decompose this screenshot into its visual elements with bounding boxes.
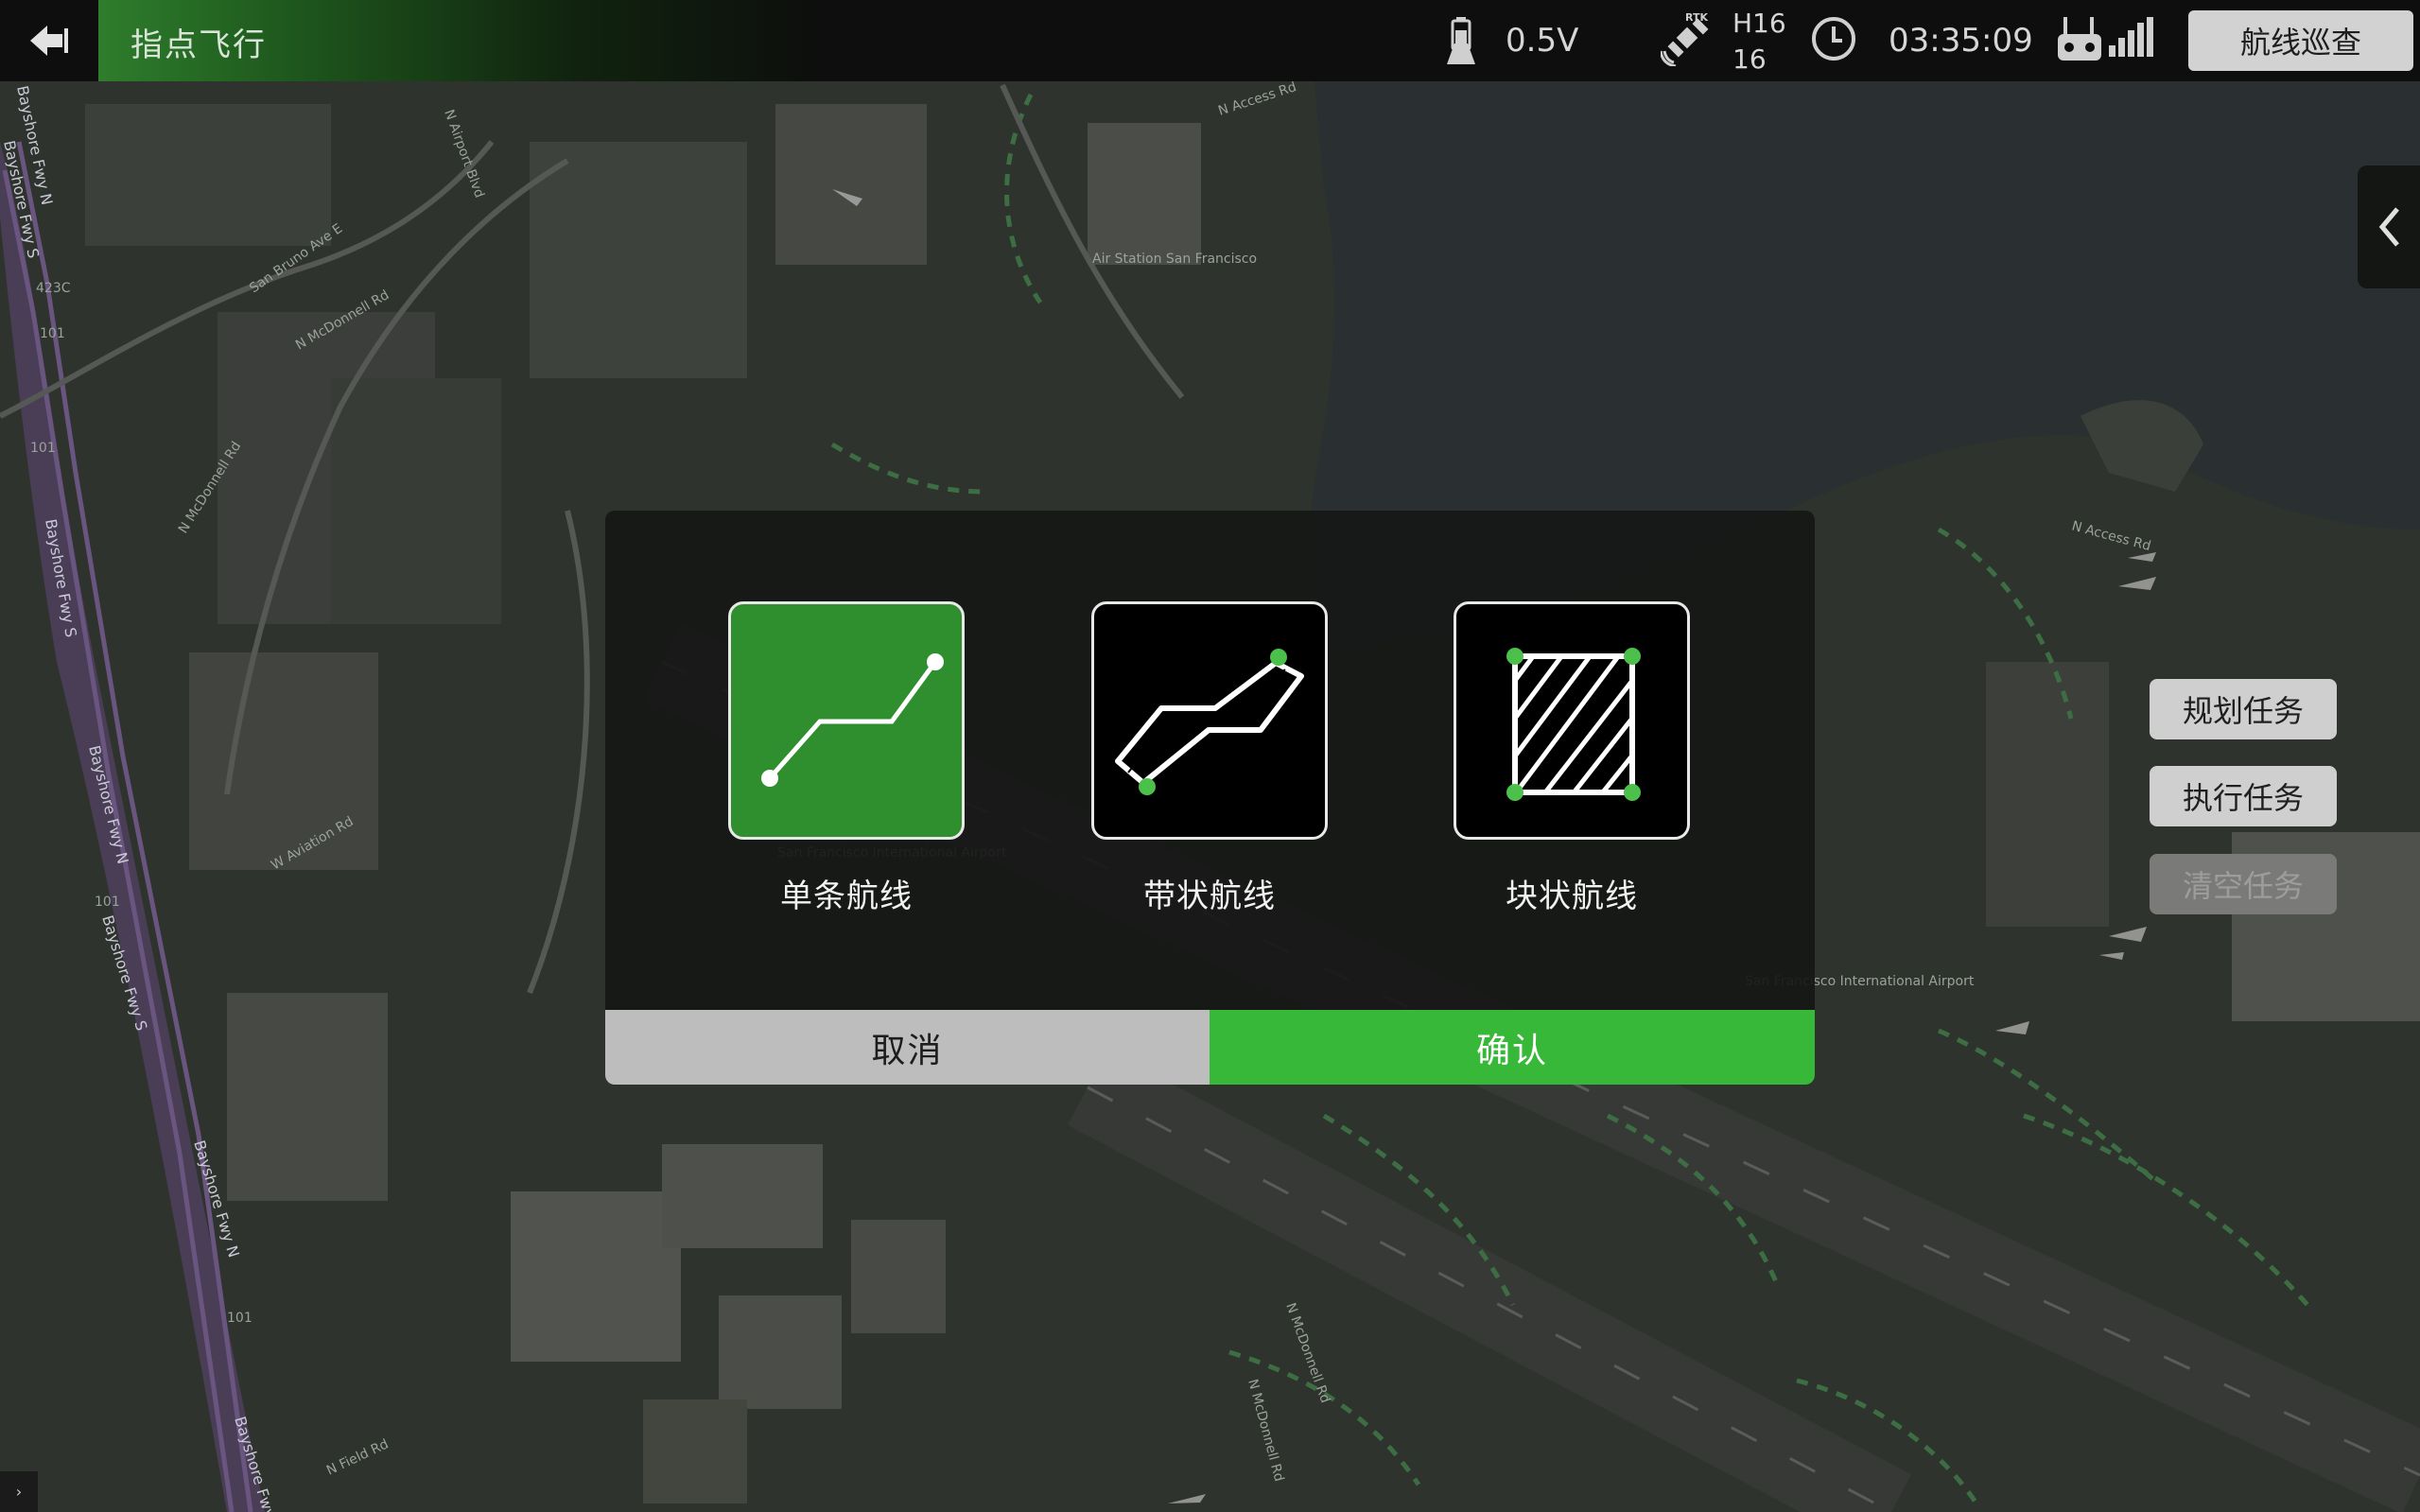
controller-battery-icon — [1447, 17, 1475, 64]
block-route-option[interactable] — [1454, 601, 1690, 840]
strip-route-icon — [1115, 649, 1304, 795]
chevron-right-icon: › — [15, 1483, 23, 1501]
clear-task-button[interactable]: 清空任务 — [2150, 854, 2337, 914]
page-title: 指点飞行 — [131, 26, 267, 64]
back-arrow-icon — [30, 26, 68, 56]
clock-icon — [1812, 17, 1855, 61]
route-inspect-button[interactable]: 航线巡查 — [2188, 10, 2413, 71]
single-route-label: 单条航线 — [780, 878, 913, 915]
map-label: 423C — [36, 281, 71, 296]
rtk-satellite-type: H16 — [1732, 8, 1786, 39]
remote-controller-icon — [2058, 17, 2101, 61]
execute-task-button[interactable]: 执行任务 — [2150, 766, 2337, 826]
signal-strength-icon — [2109, 17, 2153, 57]
block-route-label: 块状航线 — [1506, 878, 1638, 915]
map-label: 101 — [95, 895, 120, 910]
single-route-icon — [761, 653, 944, 787]
title-block: 指点飞行 — [98, 0, 817, 81]
block-route-icon — [1506, 648, 1641, 801]
expand-panel-button[interactable]: › — [0, 1471, 38, 1512]
strip-route-label: 带状航线 — [1143, 878, 1276, 915]
map-label: 101 — [30, 441, 56, 456]
plan-task-button[interactable]: 规划任务 — [2150, 679, 2337, 739]
flight-time: 03:35:09 — [1889, 22, 2033, 60]
strip-route-option[interactable] — [1091, 601, 1328, 840]
confirm-button[interactable]: 确认 — [1210, 1010, 1815, 1085]
top-status-bar: 指点飞行 0.5V RTK H16 16 03:35:09 航线巡查 — [0, 0, 2420, 81]
chevron-left-icon — [2378, 207, 2399, 247]
voltage-value: 0.5V — [1506, 22, 1579, 60]
rtk-satellite-icon: RTK — [1661, 11, 1709, 66]
route-type-dialog: 单条航线 带状航线 块状航线 取消 确认 — [605, 511, 1815, 1085]
map-label: Air Station San Francisco — [1092, 252, 1257, 267]
map-label: 101 — [40, 326, 65, 341]
side-panel-toggle[interactable] — [2358, 165, 2420, 288]
back-button[interactable] — [0, 0, 98, 81]
cancel-button[interactable]: 取消 — [605, 1010, 1210, 1085]
rtk-satellite-count: 16 — [1732, 43, 1767, 75]
single-route-option[interactable] — [728, 601, 965, 840]
map-label: 101 — [227, 1311, 252, 1326]
